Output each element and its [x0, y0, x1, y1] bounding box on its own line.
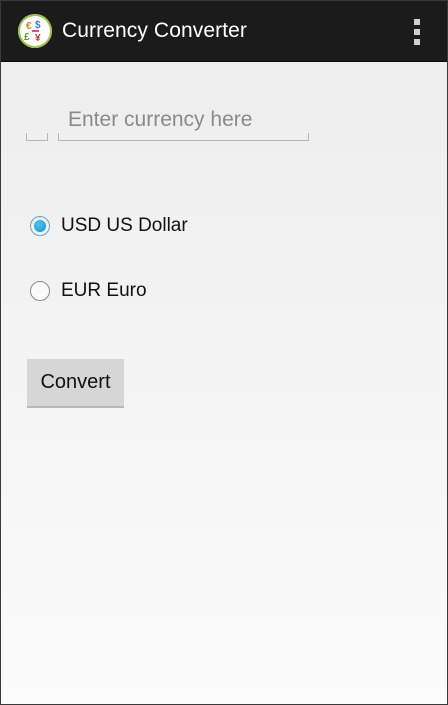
svg-text:€: € — [26, 21, 32, 32]
action-bar: € $ £ ¥ Currency Converter — [1, 1, 447, 62]
app-logo-icon[interactable]: € $ £ ¥ — [18, 14, 52, 48]
radio-eur-label: EUR Euro — [61, 280, 147, 301]
radio-eur[interactable]: EUR Euro — [30, 280, 147, 302]
radio-unchecked-icon[interactable] — [30, 281, 50, 301]
app-window: € $ £ ¥ Currency Converter USD US Dollar… — [0, 0, 448, 705]
currency-input[interactable] — [58, 105, 309, 141]
radio-usd[interactable]: USD US Dollar — [30, 215, 188, 237]
overflow-menu-icon[interactable] — [413, 19, 421, 45]
svg-text:¥: ¥ — [35, 33, 41, 44]
menu-dot — [414, 19, 420, 25]
app-title: Currency Converter — [62, 19, 248, 42]
stub-input-field[interactable] — [26, 133, 48, 141]
convert-button[interactable]: Convert — [27, 359, 124, 408]
svg-text:£: £ — [24, 32, 30, 43]
svg-text:$: $ — [35, 20, 41, 31]
menu-dot — [414, 29, 420, 35]
radio-usd-label: USD US Dollar — [61, 215, 188, 236]
menu-dot — [414, 39, 420, 45]
radio-checked-icon[interactable] — [30, 216, 50, 236]
